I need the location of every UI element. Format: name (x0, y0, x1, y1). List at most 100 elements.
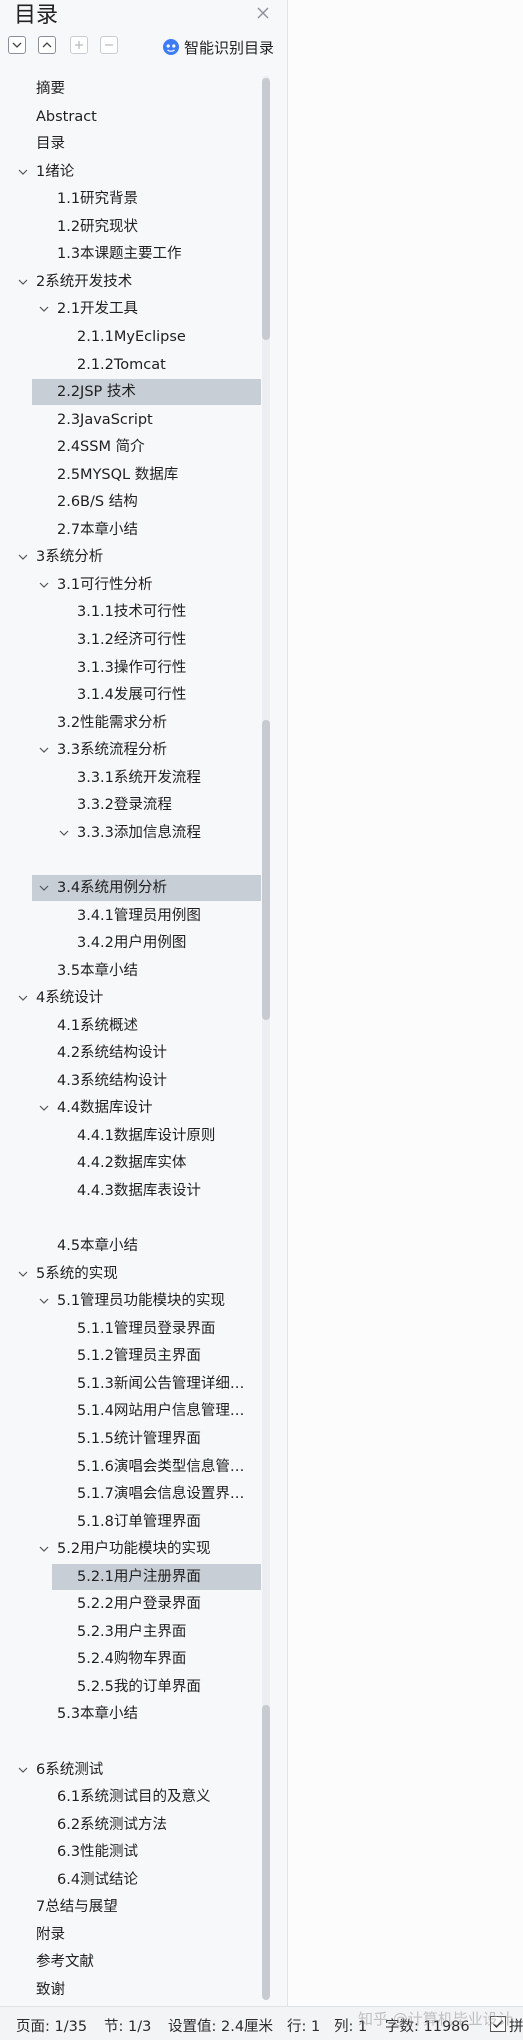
chevron-down-icon[interactable] (39, 580, 49, 590)
chevron-down-icon (12, 42, 22, 48)
toc-item[interactable]: 3系统分析 (18, 544, 261, 570)
toc-item[interactable]: 5.1.6演唱会类型信息管… (32, 1454, 261, 1480)
smart-recognize-button[interactable]: 智能识别目录 (162, 36, 274, 58)
expand-all-button[interactable] (8, 36, 26, 54)
toc-item[interactable]: 3.3.1系统开发流程 (32, 765, 261, 791)
chevron-down-icon[interactable] (39, 1296, 49, 1306)
add-level-button[interactable] (70, 36, 88, 54)
toc-item[interactable]: 2.1.1MyEclipse (32, 324, 261, 350)
toc-item[interactable]: 附录 (32, 1922, 261, 1948)
scrollbar-thumb-3[interactable] (262, 1705, 270, 2000)
toc-item[interactable]: 6.2系统测试方法 (32, 1812, 261, 1838)
toc-item[interactable]: 5.2.5我的订单界面 (32, 1674, 261, 1700)
chevron-down-icon[interactable] (18, 552, 28, 562)
toc-item[interactable]: 4系统设计 (18, 985, 261, 1011)
toc-item[interactable]: 2系统开发技术 (18, 269, 261, 295)
toc-item[interactable]: 2.1.2Tomcat (32, 352, 261, 378)
chevron-down-icon[interactable] (39, 1544, 49, 1554)
chevron-down-icon[interactable] (59, 828, 69, 838)
line-indicator[interactable]: 行: 1 (287, 2015, 320, 2036)
collapse-all-button[interactable] (38, 36, 56, 54)
toc-item[interactable]: 目录 (32, 131, 261, 157)
page-indicator[interactable]: 页面: 1/35 (16, 2015, 87, 2036)
toc-item[interactable]: 5.1.2管理员主界面 (32, 1343, 261, 1369)
chevron-down-icon[interactable] (18, 1765, 28, 1775)
toc-item[interactable]: 2.2JSP 技术 (32, 379, 261, 406)
toc-item[interactable]: 1.3本课题主要工作 (32, 241, 261, 267)
chevron-down-icon[interactable] (39, 1103, 49, 1113)
toc-item[interactable]: 5.3本章小结 (32, 1701, 261, 1727)
toc-item[interactable]: 2.4SSM 简介 (32, 434, 261, 460)
toc-item[interactable]: 6系统测试 (18, 1757, 261, 1783)
toc-item[interactable]: 1.1研究背景 (32, 186, 261, 212)
toc-item[interactable]: 5.2.3用户主界面 (32, 1619, 261, 1645)
toc-item[interactable]: 4.3系统结构设计 (32, 1068, 261, 1094)
toc-item[interactable]: Abstract (32, 104, 261, 130)
chevron-down-icon[interactable] (18, 1269, 28, 1279)
toc-item[interactable]: 1.2研究现状 (32, 214, 261, 240)
toc-item[interactable]: 4.5本章小结 (32, 1233, 261, 1259)
toc-item[interactable]: 3.1.1技术可行性 (32, 599, 261, 625)
toc-item[interactable]: 4.4数据库设计 (32, 1095, 261, 1121)
toc-item[interactable]: 4.1系统概述 (32, 1013, 261, 1039)
toc-item[interactable]: 4.4.3数据库表设计 (32, 1178, 261, 1204)
toc-item[interactable]: 1绪论 (18, 159, 261, 185)
toc-item[interactable]: 3.3系统流程分析 (32, 737, 261, 763)
toc-item[interactable]: 6.4测试结论 (32, 1867, 261, 1893)
scrollbar-thumb[interactable] (262, 78, 270, 340)
toc-item[interactable]: 5.2用户功能模块的实现 (32, 1536, 261, 1562)
toc-item[interactable]: 摘要 (32, 76, 261, 102)
toc-item[interactable]: 6.3性能测试 (32, 1839, 261, 1865)
toc-item[interactable]: 5.2.2用户登录界面 (32, 1591, 261, 1617)
close-icon[interactable] (254, 4, 272, 22)
toc-item[interactable]: 4.4.2数据库实体 (32, 1150, 261, 1176)
toc-item[interactable]: 5.1.4网站用户信息管理… (32, 1398, 261, 1424)
toc-item[interactable]: 3.4.2用户用例图 (32, 930, 261, 956)
toc-item-label: 5.1.7演唱会信息设置界… (77, 1486, 245, 1503)
toc-item[interactable]: 3.1可行性分析 (32, 572, 261, 598)
toc-item[interactable]: 5.1.3新闻公告管理详细… (32, 1371, 261, 1397)
toc-item[interactable]: 5.2.4购物车界面 (32, 1646, 261, 1672)
toc-item[interactable]: 4.4.1数据库设计原则 (32, 1123, 261, 1149)
toc-item[interactable]: 4.2系统结构设计 (32, 1040, 261, 1066)
toc-item[interactable]: 5.1.8订单管理界面 (32, 1509, 261, 1535)
toc-item[interactable]: 3.4系统用例分析 (32, 874, 261, 901)
section-indicator[interactable]: 节: 1/3 (104, 2015, 151, 2036)
remove-level-button[interactable] (100, 36, 118, 54)
chevron-down-icon[interactable] (39, 304, 49, 314)
scrollbar-thumb-2[interactable] (262, 720, 270, 1020)
chevron-down-icon[interactable] (39, 745, 49, 755)
toc-item-label: 2.1.1MyEclipse (77, 328, 186, 345)
toc-item[interactable]: 3.1.2经济可行性 (32, 627, 261, 653)
toc-item[interactable]: 致谢 (32, 1977, 261, 2003)
toc-item[interactable]: 5.1.7演唱会信息设置界… (32, 1481, 261, 1507)
toc-item[interactable]: 参考文献 (32, 1949, 261, 1975)
toc-item[interactable]: 3.1.4发展可行性 (32, 682, 261, 708)
toc-item[interactable]: 3.1.3操作可行性 (32, 655, 261, 681)
toc-item[interactable]: 5系统的实现 (18, 1261, 261, 1287)
chevron-down-icon[interactable] (18, 993, 28, 1003)
toc-item-label: 2系统开发技术 (36, 273, 133, 290)
toc-item[interactable]: 2.5MYSQL 数据库 (32, 462, 261, 488)
toc-item[interactable]: 2.6B/S 结构 (32, 489, 261, 515)
toc-item[interactable]: 3.3.2登录流程 (32, 792, 261, 818)
toc-item-label: 5.1管理员功能模块的实现 (57, 1293, 226, 1310)
toc-item[interactable]: 7总结与展望 (32, 1894, 261, 1920)
toc-item[interactable]: 3.3.3添加信息流程 (32, 820, 261, 846)
toc-item[interactable]: 5.1.5统计管理界面 (32, 1426, 261, 1452)
chevron-down-icon[interactable] (39, 883, 49, 893)
setting-indicator[interactable]: 设置值: 2.4厘米 (168, 2015, 273, 2036)
toc-item[interactable]: 6.1系统测试目的及意义 (32, 1784, 261, 1810)
toc-item[interactable]: 3.4.1管理员用例图 (32, 903, 261, 929)
chevron-down-icon[interactable] (18, 277, 28, 287)
toc-item[interactable]: 3.5本章小结 (32, 958, 261, 984)
toc-item[interactable]: 2.3JavaScript (32, 407, 261, 433)
toc-item[interactable]: 2.1开发工具 (32, 296, 261, 322)
toc-item[interactable]: 5.1管理员功能模块的实现 (32, 1288, 261, 1314)
toc-item[interactable]: 3.2性能需求分析 (32, 710, 261, 736)
chevron-down-icon[interactable] (18, 167, 28, 177)
toc-item[interactable]: 5.2.1用户注册界面 (52, 1563, 261, 1590)
toc-item[interactable]: 5.1.1管理员登录界面 (32, 1316, 261, 1342)
toc-item[interactable]: 2.7本章小结 (32, 517, 261, 543)
toc-item-label: 5.1.1管理员登录界面 (77, 1320, 216, 1337)
